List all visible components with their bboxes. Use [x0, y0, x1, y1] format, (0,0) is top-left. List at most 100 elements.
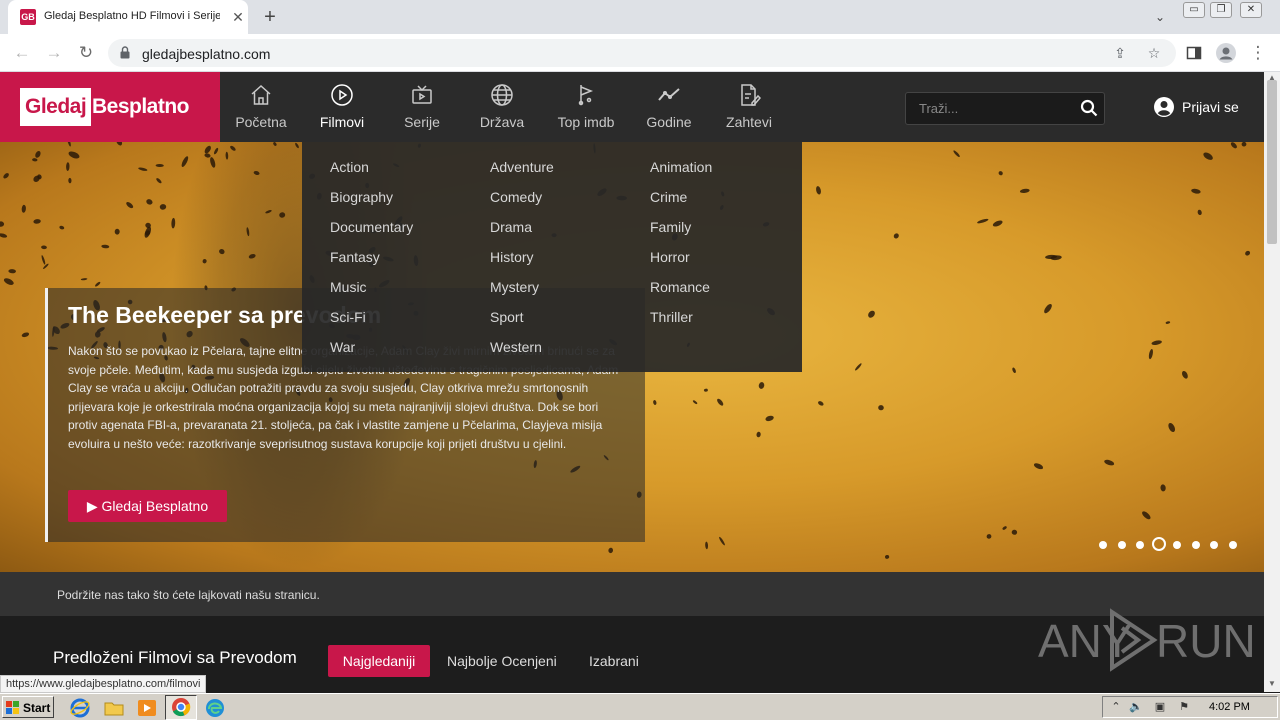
genre-sport[interactable]: Sport: [490, 309, 523, 325]
tv-icon: [412, 85, 432, 104]
windows-logo-icon: [6, 701, 19, 714]
profile-avatar-icon[interactable]: [1214, 41, 1238, 65]
user-circle-icon: [1154, 97, 1174, 117]
url-text[interactable]: gledajbesplatno.com: [142, 46, 270, 62]
nav-label: Serije: [404, 114, 440, 130]
browser-toolbar: ← → ↻ gledajbesplatno.com ⇪ ☆ ⋮: [0, 34, 1280, 72]
genre-animation[interactable]: Animation: [650, 159, 712, 175]
start-label: Start: [23, 701, 51, 715]
internet-explorer-icon[interactable]: [69, 697, 91, 719]
volume-icon[interactable]: 🔈: [1129, 700, 1143, 714]
support-text: Podržite nas tako što ćete lajkovati naš…: [57, 588, 320, 602]
slider-dot[interactable]: [1173, 541, 1181, 549]
watermark-play-icon: [1110, 608, 1158, 672]
new-tab-icon[interactable]: +: [258, 5, 282, 29]
globe-icon: [491, 84, 513, 106]
nav-filmovi[interactable]: Filmovi: [310, 72, 374, 142]
side-panel-icon[interactable]: [1182, 41, 1206, 65]
nav-serije[interactable]: Serije: [392, 72, 452, 142]
address-bar[interactable]: gledajbesplatno.com ⇪ ☆: [108, 39, 1176, 67]
file-explorer-icon[interactable]: [103, 697, 125, 719]
browser-menu-icon[interactable]: ⋮: [1246, 41, 1270, 65]
start-button[interactable]: Start: [2, 696, 54, 718]
genre-romance[interactable]: Romance: [650, 279, 710, 295]
genre-family[interactable]: Family: [650, 219, 691, 235]
reload-icon[interactable]: ↻: [74, 41, 98, 65]
slider-dot[interactable]: [1099, 541, 1107, 549]
nav-label: Filmovi: [319, 114, 365, 130]
action-center-flag-icon[interactable]: ⚑: [1177, 700, 1191, 714]
chrome-taskbar-button[interactable]: [165, 695, 197, 720]
edge-icon[interactable]: [204, 697, 226, 719]
section-title: Predloženi Filmovi sa Prevodom: [53, 648, 297, 667]
slider-dot[interactable]: [1136, 541, 1144, 549]
nav-label: Top imdb: [557, 114, 615, 130]
genre-crime[interactable]: Crime: [650, 189, 687, 205]
tray-expand-icon[interactable]: ⌃: [1109, 700, 1123, 714]
nav-top-imdb[interactable]: Top imdb: [552, 72, 620, 142]
network-icon[interactable]: ▣: [1153, 700, 1167, 714]
forward-arrow-icon[interactable]: →: [42, 41, 66, 65]
taskbar-clock[interactable]: 4:02 PM: [1209, 701, 1250, 713]
tab-close-icon[interactable]: ✕: [228, 7, 248, 27]
tab-search-chevron-icon[interactable]: ⌄: [1150, 7, 1170, 27]
genre-war[interactable]: War: [330, 339, 355, 355]
media-player-icon[interactable]: [136, 697, 158, 719]
genre-mystery[interactable]: Mystery: [490, 279, 539, 295]
edit-document-icon: [741, 84, 761, 106]
play-circle-icon: [331, 84, 353, 106]
genre-thriller[interactable]: Thriller: [650, 309, 693, 325]
genre-music[interactable]: Music: [330, 279, 367, 295]
site-logo[interactable]: Gledaj Besplatno: [0, 72, 220, 142]
genre-sci-fi[interactable]: Sci-Fi: [330, 309, 366, 325]
site-favicon: GB: [20, 9, 36, 25]
browser-tab[interactable]: GB Gledaj Besplatno HD Filmovi i Serije …: [8, 0, 248, 34]
genre-action[interactable]: Action: [330, 159, 369, 175]
nav-pocetna[interactable]: Početna: [226, 72, 296, 142]
nav-label: Zahtevi: [726, 114, 772, 130]
slider-pagination: [1097, 537, 1247, 553]
genre-drama[interactable]: Drama: [490, 219, 532, 235]
tab-najbolje-ocenjeni[interactable]: Najbolje Ocenjeni: [447, 653, 557, 669]
nav-label: Država: [479, 114, 525, 130]
chrome-icon: [172, 698, 191, 717]
tab-najgledaniji[interactable]: Najgledaniji: [328, 645, 430, 677]
anyrun-watermark: ANY RUN: [1038, 608, 1256, 674]
close-window-icon[interactable]: ✕: [1240, 2, 1262, 18]
genre-fantasy[interactable]: Fantasy: [330, 249, 380, 265]
slider-dot[interactable]: [1191, 541, 1200, 549]
share-icon[interactable]: ⇪: [1110, 43, 1130, 63]
tab-izabrani[interactable]: Izabrani: [589, 653, 639, 669]
nav-label: Početna: [235, 114, 287, 130]
logo-text-besplatno: Besplatno: [92, 95, 190, 118]
genre-documentary[interactable]: Documentary: [330, 219, 413, 235]
lock-icon[interactable]: [120, 46, 130, 59]
genre-dropdown-menu: Action Adventure Animation Biography Comedy C…: [302, 142, 802, 372]
slider-dot[interactable]: [1210, 541, 1218, 549]
genre-biography[interactable]: Biography: [330, 189, 393, 205]
nav-drzava[interactable]: Država: [470, 72, 534, 142]
back-arrow-icon[interactable]: ←: [10, 41, 34, 65]
search-input[interactable]: [906, 93, 1076, 124]
nav-zahtevi[interactable]: Zahtevi: [718, 72, 780, 142]
genre-western[interactable]: Western: [490, 339, 542, 355]
search-icon[interactable]: [1080, 99, 1098, 117]
page-scrollbar[interactable]: ▲ ▼: [1264, 72, 1280, 692]
search-box: [905, 92, 1105, 125]
bookmark-star-icon[interactable]: ☆: [1144, 43, 1164, 63]
scroll-down-arrow-icon[interactable]: ▼: [1264, 678, 1280, 690]
genre-adventure[interactable]: Adventure: [490, 159, 554, 175]
nav-godine[interactable]: Godine: [638, 72, 700, 142]
link-status-bar: https://www.gledajbesplatno.com/filmovi: [0, 675, 207, 693]
genre-history[interactable]: History: [490, 249, 534, 265]
logo-text-gledaj: Gledaj: [20, 88, 92, 126]
watch-free-button[interactable]: ▶ Gledaj Besplatno: [68, 490, 227, 522]
restore-window-icon[interactable]: ❐: [1210, 2, 1232, 18]
genre-comedy[interactable]: Comedy: [490, 189, 542, 205]
scroll-thumb[interactable]: [1267, 80, 1277, 244]
slider-dot[interactable]: [1151, 537, 1166, 551]
slider-dot[interactable]: [1228, 541, 1237, 549]
slider-dot[interactable]: [1117, 541, 1126, 549]
minimize-window-icon[interactable]: ▭: [1183, 2, 1205, 18]
genre-horror[interactable]: Horror: [650, 249, 690, 265]
